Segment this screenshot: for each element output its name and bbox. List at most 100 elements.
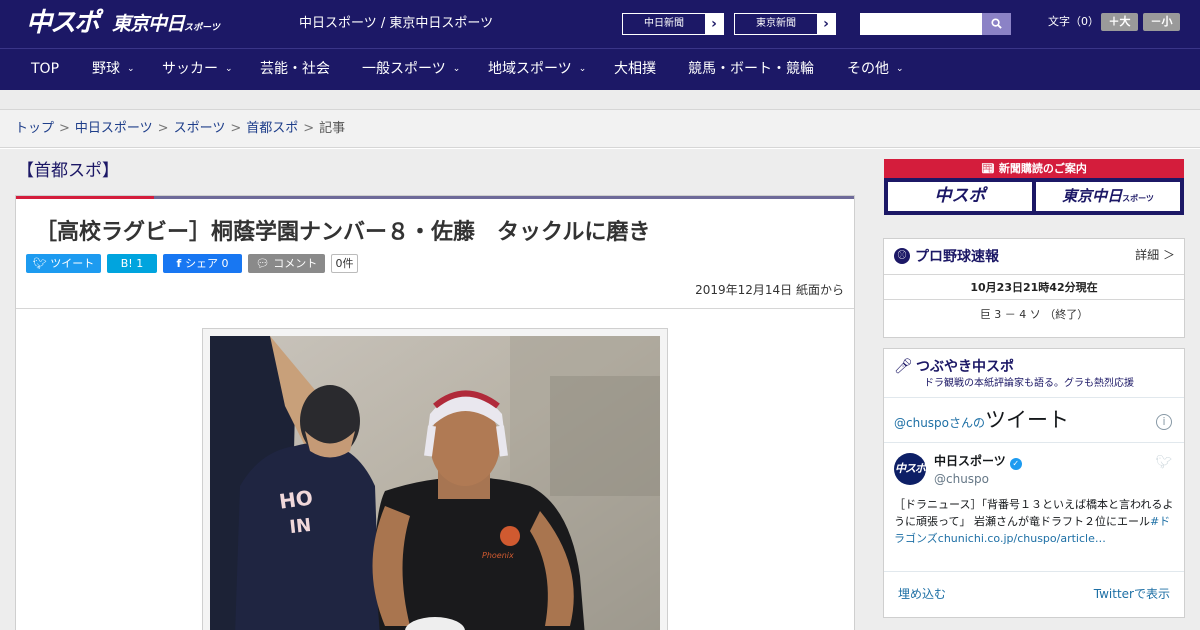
account-name: 中日スポーツ	[934, 454, 1006, 468]
tweet-account-handle[interactable]: @chuspo	[934, 471, 989, 487]
avatar[interactable]: 中スポ	[894, 453, 926, 485]
nav-label: 地域スポーツ	[488, 61, 572, 77]
tokyo-subscribe-small: スポーツ	[1122, 194, 1154, 203]
search-button[interactable]	[982, 13, 1011, 35]
tweets-widget: 🎤︎ つぶやき中スポ ドラ観戦の本紙評論家も語る。グラも熱烈応援 @chuspo…	[883, 348, 1185, 618]
nav-item-sumo[interactable]: 大相撲	[614, 49, 656, 90]
breadcrumb-separator: >	[230, 121, 242, 136]
hatena-bookmark-button[interactable]: B! 1	[107, 254, 157, 273]
tweet-url-link[interactable]: chunichi.co.jp/chuspo/article…	[938, 532, 1106, 545]
chunichi-shimbun-label: 中日新聞	[623, 14, 705, 34]
tweet-body: ［ドラニュース］「背番号１３といえば橋本と言われるように頑張って」 岩瀬さんが竜…	[894, 498, 1174, 528]
timeline-handle[interactable]: @chuspoさんの	[894, 416, 985, 430]
timeline-header: @chuspoさんのツイート	[894, 407, 1069, 436]
breadcrumb-separator: >	[303, 121, 315, 136]
comment-label: コメント	[273, 257, 318, 270]
tweets-widget-title: つぶやき中スポ	[916, 359, 1014, 375]
chevron-down-icon: ⌄	[225, 64, 233, 74]
breadcrumb-link-top[interactable]: トップ	[15, 121, 54, 136]
info-icon[interactable]: i	[1156, 414, 1172, 430]
nav-label: サッカー	[162, 61, 218, 77]
tokyo-shimbun-label: 東京新聞	[735, 14, 817, 34]
chunichi-shimbun-link[interactable]: 中日新聞 ›	[622, 13, 724, 35]
svg-text:IN: IN	[288, 515, 312, 538]
site-header: 中スポ 東京中日スポーツ 中日スポーツ / 東京中日スポーツ 中日新聞 › 東京…	[0, 0, 1200, 48]
tokyo-chunichi-subscribe-logo[interactable]: 東京中日スポーツ	[1036, 182, 1180, 211]
breadcrumb-link-sports[interactable]: スポーツ	[174, 121, 226, 136]
chevron-down-icon: ⌄	[896, 64, 904, 74]
divider	[884, 442, 1184, 443]
nav-item-racing[interactable]: 競馬・ボート・競輪	[688, 49, 814, 90]
breadcrumb-link-shuto-supo[interactable]: 首都スポ	[246, 121, 298, 136]
chuspo-subscribe-logo[interactable]: 中スポ	[888, 182, 1032, 211]
tokyo-chunichi-logo[interactable]: 東京中日スポーツ	[112, 12, 220, 40]
twitter-icon: 🐦︎	[32, 257, 51, 270]
svg-text:HO: HO	[278, 485, 315, 513]
font-smaller-button[interactable]: －小	[1143, 13, 1180, 31]
breadcrumb-link-chunichi-sports[interactable]: 中日スポーツ	[75, 121, 153, 136]
article-headline: ［高校ラグビー］桐蔭学園ナンバー８・佐藤 タックルに磨き	[35, 220, 651, 245]
card-top-accent	[16, 196, 154, 199]
baseball-update-time: 10月23日21時42分現在	[884, 276, 1184, 300]
search-input[interactable]	[860, 13, 982, 35]
twitter-timeline: @chuspoさんのツイート i 中スポ 中日スポーツ ✓ @chuspo 🐦︎ …	[884, 397, 1184, 618]
subscription-heading: 📰︎ 新聞購読のご案内	[884, 159, 1184, 178]
nav-label: 大相撲	[614, 61, 656, 77]
speech-bubble-icon: 💬︎	[255, 257, 274, 270]
main-nav: TOP 野球 ⌄ サッカー ⌄ 芸能・社会 一般スポーツ ⌄ 地域スポーツ ⌄ 大相撲 …	[0, 48, 1200, 90]
font-bigger-button[interactable]: ＋大	[1101, 13, 1138, 31]
chevron-down-icon: ⌄	[452, 64, 461, 74]
comment-count[interactable]: 0件	[331, 254, 358, 273]
section-title[interactable]: 【首都スポ】	[17, 160, 119, 182]
nav-item-regional-sports[interactable]: 地域スポーツ ⌄	[488, 49, 586, 92]
baseball-widget-title: プロ野球速報	[915, 249, 999, 265]
nav-item-general-sports[interactable]: 一般スポーツ ⌄	[362, 49, 460, 92]
embed-link[interactable]: 埋め込む	[898, 586, 946, 602]
microphone-icon: 🎤︎	[894, 357, 914, 375]
subscription-banner[interactable]: 📰︎ 新聞購読のご案内 中スポ 東京中日スポーツ	[884, 159, 1184, 215]
comment-button[interactable]: 💬︎ コメント	[248, 254, 325, 273]
nav-item-other[interactable]: その他 ⌄	[847, 49, 904, 92]
svg-text:Phoenix: Phoenix	[482, 551, 514, 560]
nav-label: その他	[847, 61, 889, 77]
breadcrumb-separator: >	[59, 121, 70, 136]
site-title[interactable]: 中日スポーツ / 東京中日スポーツ	[299, 16, 493, 32]
header-spacer	[0, 90, 1200, 110]
breadcrumb-bar: トップ > 中日スポーツ > スポーツ > 首都スポ > 記事	[0, 110, 1200, 148]
nav-label: 一般スポーツ	[362, 61, 446, 77]
chuspo-logo[interactable]: 中スポ	[26, 8, 100, 38]
tweet-account-name[interactable]: 中日スポーツ ✓	[934, 453, 1022, 470]
baseball-details-link[interactable]: 詳細 ＞	[1135, 247, 1175, 263]
tweet-label: ツイート	[50, 257, 95, 270]
tweet-button[interactable]: 🐦︎ ツイート	[26, 254, 101, 273]
baseball-icon: ⚾︎	[894, 248, 910, 264]
breadcrumb: トップ > 中日スポーツ > スポーツ > 首都スポ > 記事	[15, 121, 345, 137]
nav-label: 競馬・ボート・競輪	[688, 61, 814, 77]
nav-label: TOP	[31, 61, 60, 77]
baseball-score[interactable]: 巨 3 － 4 ソ （終了）	[884, 307, 1184, 323]
article-photo[interactable]: HO IN Phoenix	[210, 336, 660, 630]
nav-item-top[interactable]: TOP	[31, 49, 59, 90]
chevron-right-icon: ›	[823, 16, 829, 32]
search-icon	[991, 18, 1002, 29]
baseball-scores-widget: ⚾︎ プロ野球速報 詳細 ＞ 10月23日21時42分現在 巨 3 － 4 ソ …	[883, 238, 1185, 338]
baseball-widget-header: ⚾︎ プロ野球速報 詳細 ＞	[884, 239, 1184, 275]
nav-item-baseball[interactable]: 野球 ⌄	[92, 49, 135, 92]
twitter-bird-icon[interactable]: 🐦︎	[1155, 455, 1172, 470]
view-on-twitter-link[interactable]: Twitterで表示	[1094, 586, 1170, 602]
divider	[16, 308, 854, 309]
subscription-title: 新聞購読のご案内	[998, 162, 1087, 175]
nav-item-entertainment[interactable]: 芸能・社会	[260, 49, 330, 90]
breadcrumb-separator: >	[157, 121, 169, 136]
tokyo-logo-small: スポーツ	[184, 23, 220, 33]
facebook-share-button[interactable]: f シェア 0	[163, 254, 242, 273]
tokyo-subscribe-text: 東京中日	[1062, 187, 1123, 205]
timeline-tweet-label: ツイート	[985, 408, 1070, 432]
tweet-text: ［ドラニュース］「背番号１３といえば橋本と言われるように頑張って」 岩瀬さんが竜…	[894, 496, 1176, 547]
facebook-icon: f	[176, 257, 186, 270]
chevron-down-icon: ⌄	[127, 64, 135, 74]
nav-item-soccer[interactable]: サッカー ⌄	[162, 49, 233, 92]
divider	[884, 571, 1184, 572]
tokyo-shimbun-link[interactable]: 東京新聞 ›	[734, 13, 836, 35]
font-size-label: 文字（0）	[1048, 15, 1099, 28]
